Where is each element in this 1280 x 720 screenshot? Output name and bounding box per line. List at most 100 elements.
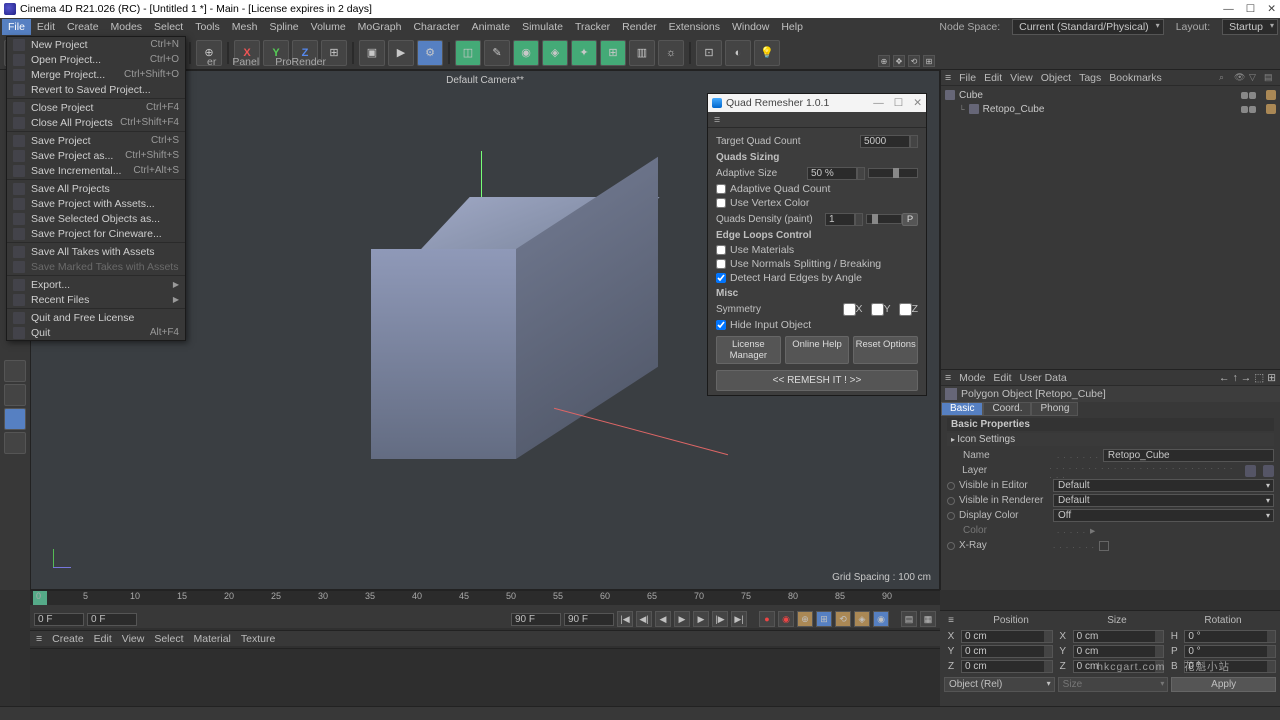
sym-z-check[interactable] (899, 303, 912, 316)
spinner[interactable] (855, 213, 863, 226)
om-view[interactable]: View (1010, 72, 1033, 84)
spinner[interactable] (910, 135, 918, 148)
use-normals-check[interactable] (716, 259, 726, 269)
mat-material[interactable]: Material (194, 633, 231, 645)
spinner[interactable] (857, 167, 865, 180)
object-row-retopo[interactable]: └ Retopo_Cube (945, 102, 1276, 116)
xray-checkbox[interactable] (1099, 541, 1109, 551)
tag-tool[interactable]: ⊡ (696, 40, 722, 66)
start-frame[interactable]: 0 F (34, 613, 84, 626)
layer-picker-icon[interactable] (1245, 465, 1256, 477)
dialog-close[interactable]: ✕ (913, 97, 922, 109)
am-mode[interactable]: Mode (959, 372, 985, 384)
reset-options-button[interactable]: Reset Options (853, 336, 918, 364)
basic-tab[interactable]: Basic (941, 402, 983, 416)
size-mode-dropdown[interactable]: Size (1058, 677, 1169, 692)
online-help-button[interactable]: Online Help (785, 336, 850, 364)
material-area[interactable] (30, 648, 940, 706)
mat-view[interactable]: View (122, 633, 145, 645)
menu-simulate[interactable]: Simulate (516, 19, 569, 35)
filemenu-item[interactable]: New ProjectCtrl+N (7, 37, 185, 52)
rot-field[interactable]: 0 ° (1184, 660, 1276, 673)
key-rot[interactable]: ⟲ (835, 611, 851, 627)
key-param[interactable]: ◈ (854, 611, 870, 627)
pos-field[interactable]: 0 cm (961, 660, 1053, 673)
end-frame-1[interactable]: 90 F (511, 613, 561, 626)
filemenu-item[interactable]: Recent Files▶ (7, 292, 185, 307)
om-edit[interactable]: Edit (984, 72, 1002, 84)
prorender-tab[interactable]: ProRender (269, 55, 332, 69)
end-frame-2[interactable]: 90 F (564, 613, 614, 626)
size-field[interactable]: 0 cm (1073, 645, 1165, 658)
om-file[interactable]: File (959, 72, 976, 84)
menu-render[interactable]: Render (616, 19, 662, 35)
goto-end[interactable]: ▶| (731, 611, 747, 627)
render-settings[interactable]: ⚙ (417, 40, 443, 66)
panel-tab[interactable]: Panel (226, 55, 265, 69)
keyframe-opts[interactable]: ▤ (901, 611, 917, 627)
hide-input-check[interactable] (716, 320, 726, 330)
field[interactable]: ✦ (571, 40, 597, 66)
prev-key[interactable]: ◀| (636, 611, 652, 627)
density-slider[interactable] (866, 214, 902, 224)
target-quad-input[interactable]: 5000 (860, 135, 910, 148)
filemenu-item[interactable]: Save Selected Objects as... (7, 211, 185, 226)
anim-dot[interactable] (947, 482, 955, 490)
anim-dot[interactable] (947, 512, 955, 520)
layer-icon[interactable]: ▤ (1264, 72, 1276, 84)
rot-field[interactable]: 0 ° (1184, 645, 1276, 658)
menu-animate[interactable]: Animate (466, 19, 517, 35)
hamburger-icon[interactable]: ≡ (945, 72, 951, 84)
bulb-icon[interactable]: 💡 (754, 40, 780, 66)
am-edit[interactable]: Edit (993, 372, 1011, 384)
back-icon[interactable]: ← (1219, 372, 1230, 384)
layout-dropdown[interactable]: Startup (1222, 19, 1278, 35)
render-picture[interactable]: ▶ (388, 40, 414, 66)
use-materials-check[interactable] (716, 245, 726, 255)
pos-field[interactable]: 0 cm (961, 645, 1053, 658)
play-button[interactable]: ▶ (674, 611, 690, 627)
om-object[interactable]: Object (1041, 72, 1071, 84)
render-view[interactable]: ▣ (359, 40, 385, 66)
key-scale[interactable]: ⊞ (816, 611, 832, 627)
filemenu-item[interactable]: Close ProjectCtrl+F4 (7, 100, 185, 115)
keyframe-opts2[interactable]: ▦ (920, 611, 936, 627)
menu-edit[interactable]: Edit (31, 19, 61, 35)
adaptive-quad-count-check[interactable] (716, 184, 726, 194)
mat-texture[interactable]: Texture (241, 633, 275, 645)
dialog-menu-icon[interactable]: ≡ (708, 112, 926, 128)
minimize-button[interactable]: — (1223, 3, 1234, 15)
apply-button[interactable]: Apply (1171, 677, 1276, 692)
timeline[interactable]: 051015202530354045505560657075808590 (30, 590, 940, 610)
goto-start[interactable]: |◀ (617, 611, 633, 627)
view-nav-icon[interactable]: ⊞ (923, 55, 935, 67)
adaptive-size-slider[interactable] (868, 168, 918, 178)
om-bookmarks[interactable]: Bookmarks (1109, 72, 1162, 84)
mat-create[interactable]: Create (52, 633, 84, 645)
mograph-tool[interactable]: ⊞ (600, 40, 626, 66)
menu-file[interactable]: File (2, 19, 31, 35)
menu-character[interactable]: Character (407, 19, 465, 35)
menu-spline[interactable]: Spline (263, 19, 304, 35)
display-color-dropdown[interactable]: Off (1053, 509, 1274, 522)
object-mode-dropdown[interactable]: Object (Rel) (944, 677, 1055, 692)
size-field[interactable]: 0 cm (1073, 660, 1165, 673)
menu-modes[interactable]: Modes (105, 19, 149, 35)
menu-select[interactable]: Select (148, 19, 189, 35)
filemenu-item[interactable]: Save ProjectCtrl+S (7, 133, 185, 148)
density-input[interactable]: 1 (825, 213, 855, 226)
om-tags[interactable]: Tags (1079, 72, 1101, 84)
filemenu-item[interactable]: Revert to Saved Project... (7, 82, 185, 97)
nodespace-dropdown[interactable]: Current (Standard/Physical) (1012, 19, 1164, 35)
key-pla[interactable]: ◉ (873, 611, 889, 627)
cube-primitive[interactable]: ◫ (455, 40, 481, 66)
use-vertex-color-check[interactable] (716, 198, 726, 208)
filemenu-item[interactable]: Close All ProjectsCtrl+Shift+F4 (7, 115, 185, 130)
remesh-button[interactable]: << REMESH IT ! >> (716, 370, 918, 391)
visible-editor-dropdown[interactable]: Default (1053, 479, 1274, 492)
menu-help[interactable]: Help (775, 19, 809, 35)
menu-create[interactable]: Create (61, 19, 105, 35)
name-input[interactable]: Retopo_Cube (1103, 449, 1274, 462)
pos-field[interactable]: 0 cm (961, 630, 1053, 643)
sym-y-check[interactable] (871, 303, 884, 316)
